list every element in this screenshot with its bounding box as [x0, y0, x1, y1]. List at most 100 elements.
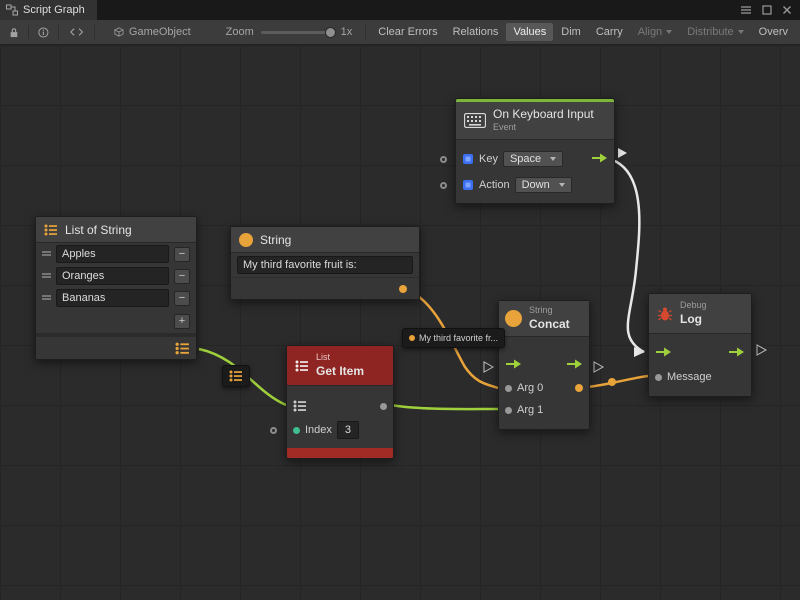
- zoom-slider-handle[interactable]: [325, 27, 336, 38]
- remove-item-button[interactable]: −: [174, 291, 190, 306]
- relation-triangle: [594, 362, 603, 372]
- result-output-port[interactable]: [575, 384, 583, 392]
- index-input-port[interactable]: [293, 427, 300, 434]
- value-dot-icon: [409, 335, 415, 341]
- relations-button[interactable]: Relations: [446, 23, 506, 41]
- drag-handle-icon[interactable]: [42, 273, 51, 279]
- string-type-icon: [505, 310, 522, 327]
- toolbar-separator: [28, 25, 29, 39]
- drag-handle-icon[interactable]: [42, 251, 51, 257]
- node-list-of-string[interactable]: List of String Apples − Oranges − Banana…: [35, 216, 197, 360]
- action-input-port[interactable]: [440, 182, 447, 189]
- zoom-slider[interactable]: [261, 31, 334, 34]
- remove-item-button[interactable]: −: [174, 247, 190, 262]
- align-dropdown[interactable]: Align: [631, 23, 679, 41]
- node-title: List of String: [65, 223, 132, 237]
- node-title: Log: [680, 312, 707, 327]
- flow-output-port[interactable]: [566, 359, 583, 372]
- node-title: On Keyboard Input: [493, 107, 594, 122]
- dim-button[interactable]: Dim: [554, 23, 588, 41]
- clear-errors-button[interactable]: Clear Errors: [371, 23, 444, 41]
- arg1-input-port[interactable]: [505, 407, 512, 414]
- key-label: Key: [479, 153, 498, 165]
- node-log[interactable]: Debug Log Message: [648, 293, 752, 397]
- wire-getitem-to-concat[interactable]: [390, 405, 498, 409]
- node-title: String: [260, 233, 291, 247]
- key-dropdown[interactable]: Space: [503, 151, 563, 167]
- node-concat[interactable]: String Concat Arg 0 Arg 1: [498, 300, 590, 430]
- code-icon[interactable]: [70, 27, 83, 37]
- index-external-port[interactable]: [270, 427, 277, 434]
- list-input-port[interactable]: [293, 400, 307, 412]
- script-graph-icon: [6, 4, 18, 16]
- node-subtitle: Event: [493, 122, 594, 133]
- string-preview-text: My third favorite fr...: [419, 333, 498, 343]
- toolbar-separator: [58, 25, 59, 39]
- gameobject-label[interactable]: GameObject: [129, 26, 191, 38]
- tab-script-graph[interactable]: Script Graph: [0, 0, 97, 20]
- node-category: Debug: [680, 300, 707, 311]
- flow-output-port[interactable]: [728, 347, 745, 360]
- message-input-port[interactable]: [655, 374, 662, 381]
- remove-item-button[interactable]: −: [174, 269, 190, 284]
- info-icon[interactable]: [38, 26, 49, 39]
- item-output-port[interactable]: [380, 403, 387, 410]
- caret-down-icon: [738, 30, 744, 34]
- list-icon: [295, 360, 309, 372]
- carry-button[interactable]: Carry: [589, 23, 630, 41]
- flow-input-port[interactable]: [655, 347, 672, 360]
- arg0-input-port[interactable]: [505, 385, 512, 392]
- tab-title: Script Graph: [23, 4, 85, 16]
- action-label: Action: [479, 179, 510, 191]
- list-item-field[interactable]: Bananas: [56, 289, 169, 307]
- relation-triangle: [484, 362, 493, 372]
- string-type-icon: [239, 233, 253, 247]
- keyboard-icon: [464, 113, 486, 128]
- flow-input-port[interactable]: [505, 359, 522, 372]
- list-value-badge: [222, 365, 250, 387]
- toolbar-separator: [94, 25, 95, 39]
- overview-button[interactable]: Overv: [752, 23, 795, 41]
- maximize-icon[interactable]: [762, 5, 772, 15]
- drag-handle-icon[interactable]: [42, 295, 51, 301]
- zoom-label: Zoom: [226, 26, 254, 38]
- arg0-label: Arg 0: [517, 382, 543, 394]
- flow-output-port[interactable]: [591, 153, 608, 166]
- caret-down-icon: [550, 157, 556, 161]
- flow-arrowhead: [634, 347, 645, 357]
- list-item-field[interactable]: Oranges: [56, 267, 169, 285]
- lock-icon[interactable]: [9, 26, 19, 39]
- string-output-port[interactable]: [399, 285, 407, 293]
- close-icon[interactable]: [782, 5, 792, 15]
- zoom-value: 1x: [341, 26, 353, 38]
- bug-icon: [657, 306, 673, 322]
- error-bar: [287, 448, 393, 458]
- list-icon: [44, 224, 58, 236]
- list-item-field[interactable]: Apples: [56, 245, 169, 263]
- node-get-item[interactable]: List Get Item Index 3: [286, 345, 394, 459]
- node-category: List: [316, 352, 364, 363]
- values-button[interactable]: Values: [506, 23, 553, 41]
- node-string-literal[interactable]: String My third favorite fruit is:: [230, 226, 420, 300]
- input-control-icon: [462, 153, 474, 165]
- input-control-icon: [462, 179, 474, 191]
- caret-down-icon: [559, 183, 565, 187]
- distribute-dropdown[interactable]: Distribute: [680, 23, 750, 41]
- arg1-label: Arg 1: [517, 404, 543, 416]
- wire-concat-to-log[interactable]: [588, 376, 648, 387]
- relation-triangle: [757, 345, 766, 355]
- index-label: Index: [305, 424, 332, 436]
- string-value-field[interactable]: My third favorite fruit is:: [237, 256, 413, 274]
- action-dropdown[interactable]: Down: [515, 177, 572, 193]
- list-icon: [229, 370, 243, 382]
- gameobject-icon: [114, 26, 124, 38]
- graph-canvas[interactable]: List of String Apples − Oranges − Banana…: [0, 45, 800, 600]
- menu-icon[interactable]: [740, 5, 752, 15]
- node-title: Concat: [529, 317, 570, 332]
- flow-arrowhead: [618, 148, 627, 158]
- add-item-button[interactable]: +: [174, 314, 190, 329]
- key-input-port[interactable]: [440, 156, 447, 163]
- list-output-port[interactable]: [175, 342, 190, 355]
- index-field[interactable]: 3: [337, 421, 359, 439]
- node-on-keyboard-input[interactable]: On Keyboard Input Event Key Space: [455, 98, 615, 204]
